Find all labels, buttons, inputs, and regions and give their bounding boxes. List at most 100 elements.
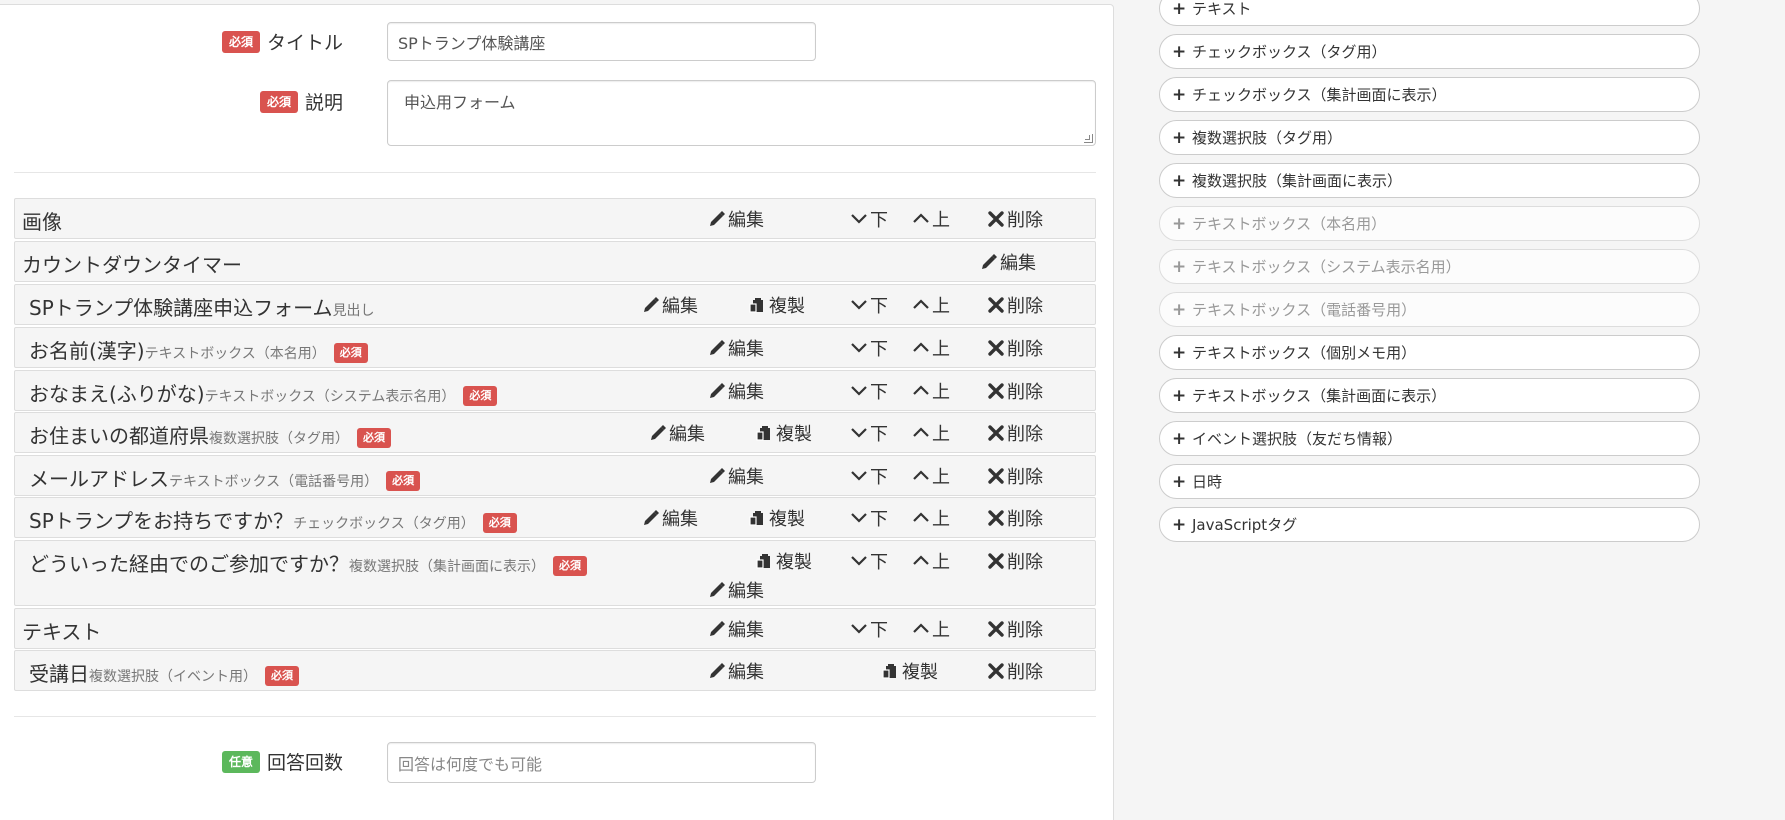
add-element-button[interactable]: + テキストボックス（本名用） <box>1159 206 1700 241</box>
move-up-button[interactable]: 上 <box>912 378 950 404</box>
chevron-down-icon <box>850 470 868 481</box>
edit-button[interactable]: 編集 <box>649 420 705 446</box>
resize-handle-icon[interactable] <box>1084 134 1093 143</box>
form-item-type: チェックボックス（タグ用） <box>293 516 475 532</box>
action-label: 複製 <box>776 552 812 573</box>
add-element-label: JavaScriptタグ <box>1192 516 1298 534</box>
action-label: 複製 <box>769 296 805 317</box>
action-label: 上 <box>932 339 950 360</box>
duplicate-button[interactable]: 複製 <box>756 548 812 574</box>
delete-button[interactable]: 削除 <box>987 420 1043 446</box>
move-up-button[interactable]: 上 <box>912 420 950 446</box>
add-element-button[interactable]: + チェックボックス（タグ用） <box>1159 34 1700 69</box>
edit-button[interactable]: 編集 <box>708 206 764 232</box>
move-down-button[interactable]: 下 <box>850 206 888 232</box>
plus-icon: + <box>1172 170 1187 191</box>
action-label: 編集 <box>662 509 698 530</box>
add-element-button[interactable]: + テキスト <box>1159 0 1700 26</box>
add-element-button[interactable]: + 日時 <box>1159 464 1700 499</box>
form-item-title: SPトランプ体験講座申込フォーム見出し <box>29 292 375 321</box>
form-item-label: どういった経由でのご参加ですか？ <box>29 552 349 576</box>
form-item-row: 受講日複数選択肢（イベント用） 必須 編集 複製 削除 <box>14 650 1096 691</box>
add-element-button[interactable]: + イベント選択肢（友だち情報） <box>1159 421 1700 456</box>
add-element-button[interactable]: + JavaScriptタグ <box>1159 507 1700 542</box>
add-element-label: テキストボックス（電話番号用） <box>1192 301 1417 319</box>
add-element-label: イベント選択肢（友だち情報） <box>1192 430 1403 448</box>
move-down-button[interactable]: 下 <box>850 420 888 446</box>
edit-button[interactable]: 編集 <box>708 658 764 684</box>
chevron-down-icon <box>850 512 868 523</box>
action-label: 複製 <box>902 662 938 683</box>
answer-label-group: 任意 回答回数 <box>222 748 343 775</box>
delete-button[interactable]: 削除 <box>987 658 1043 684</box>
edit-button[interactable]: 編集 <box>708 463 764 489</box>
move-down-button[interactable]: 下 <box>850 505 888 531</box>
duplicate-button[interactable]: 複製 <box>882 658 938 684</box>
action-label: 下 <box>870 552 888 573</box>
delete-button[interactable]: 削除 <box>987 335 1043 361</box>
pencil-icon <box>710 211 725 226</box>
delete-button[interactable]: 削除 <box>987 548 1043 574</box>
move-down-button[interactable]: 下 <box>850 463 888 489</box>
delete-button[interactable]: 削除 <box>987 292 1043 318</box>
answer-count-input[interactable]: 回答は何度でも可能 <box>387 742 816 783</box>
form-item-title: お住まいの都道府県複数選択肢（タグ用） 必須 <box>29 420 391 449</box>
move-up-button[interactable]: 上 <box>912 548 950 574</box>
delete-button[interactable]: 削除 <box>987 505 1043 531</box>
move-down-button[interactable]: 下 <box>850 335 888 361</box>
edit-button[interactable]: 編集 <box>708 577 764 603</box>
add-element-button[interactable]: + テキストボックス（電話番号用） <box>1159 292 1700 327</box>
action-label: 複製 <box>776 424 812 445</box>
edit-button[interactable]: 編集 <box>708 616 764 642</box>
move-up-button[interactable]: 上 <box>912 616 950 642</box>
title-input[interactable]: SPトランプ体験講座 <box>387 22 816 61</box>
clipboard-icon <box>749 297 764 313</box>
action-label: 編集 <box>728 382 764 403</box>
delete-button[interactable]: 削除 <box>987 206 1043 232</box>
close-icon <box>988 663 1004 679</box>
move-down-button[interactable]: 下 <box>850 548 888 574</box>
action-label: 編集 <box>1000 253 1036 274</box>
add-element-button[interactable]: + テキストボックス（集計画面に表示） <box>1159 378 1700 413</box>
add-element-button[interactable]: + テキストボックス（システム表示名用） <box>1159 249 1700 284</box>
clipboard-icon <box>882 663 897 679</box>
delete-button[interactable]: 削除 <box>987 463 1043 489</box>
add-element-button[interactable]: + 複数選択肢（集計画面に表示） <box>1159 163 1700 198</box>
required-badge: 必須 <box>222 30 261 53</box>
move-down-button[interactable]: 下 <box>850 292 888 318</box>
desc-textarea[interactable]: 申込用フォーム <box>387 80 1096 146</box>
form-item-type: 複数選択肢（集計画面に表示） <box>349 559 545 575</box>
delete-button[interactable]: 削除 <box>987 616 1043 642</box>
action-label: 下 <box>870 424 888 445</box>
form-item-title: テキスト <box>22 616 101 645</box>
duplicate-button[interactable]: 複製 <box>756 420 812 446</box>
duplicate-button[interactable]: 複製 <box>749 292 805 318</box>
move-up-button[interactable]: 上 <box>912 505 950 531</box>
edit-button[interactable]: 編集 <box>980 249 1036 275</box>
form-item-title: SPトランプをお持ちですか？チェックボックス（タグ用） 必須 <box>29 505 517 534</box>
chevron-up-icon <box>912 427 930 438</box>
add-element-button[interactable]: + テキストボックス（個別メモ用） <box>1159 335 1700 370</box>
add-element-button[interactable]: + チェックボックス（集計画面に表示） <box>1159 77 1700 112</box>
form-item-title: 画像 <box>22 206 62 235</box>
form-item-type: 複数選択肢（イベント用） <box>89 669 257 685</box>
move-down-button[interactable]: 下 <box>850 616 888 642</box>
form-item-label: お名前(漢字) <box>29 339 145 363</box>
duplicate-button[interactable]: 複製 <box>749 505 805 531</box>
edit-button[interactable]: 編集 <box>708 378 764 404</box>
edit-button[interactable]: 編集 <box>642 292 698 318</box>
move-up-button[interactable]: 上 <box>912 292 950 318</box>
edit-button[interactable]: 編集 <box>642 505 698 531</box>
form-item-label: SPトランプをお持ちですか？ <box>29 509 294 533</box>
plus-icon: + <box>1172 0 1187 19</box>
move-up-button[interactable]: 上 <box>912 206 950 232</box>
add-element-button[interactable]: + 複数選択肢（タグ用） <box>1159 120 1700 155</box>
edit-button[interactable]: 編集 <box>708 335 764 361</box>
move-up-button[interactable]: 上 <box>912 335 950 361</box>
form-item-row: メールアドレステキストボックス（電話番号用） 必須 編集 下 上 削除 <box>14 455 1096 496</box>
move-up-button[interactable]: 上 <box>912 463 950 489</box>
delete-button[interactable]: 削除 <box>987 378 1043 404</box>
desc-label-group: 必須 説明 <box>260 88 343 115</box>
action-label: 上 <box>932 382 950 403</box>
move-down-button[interactable]: 下 <box>850 378 888 404</box>
